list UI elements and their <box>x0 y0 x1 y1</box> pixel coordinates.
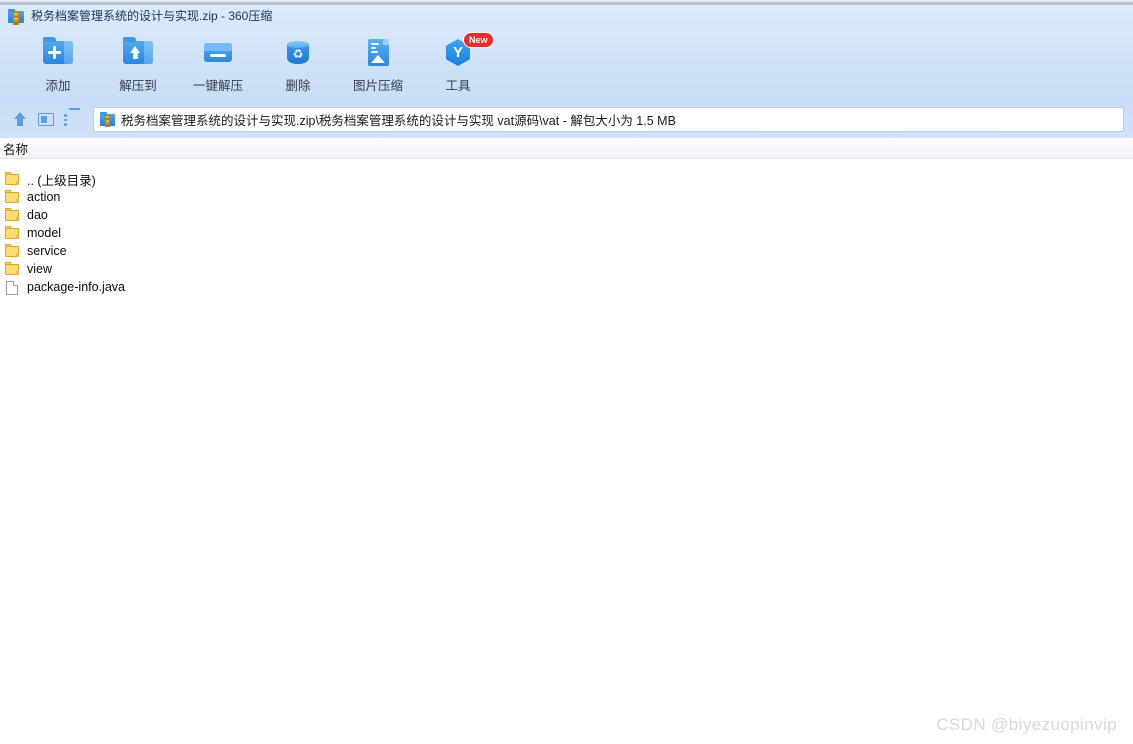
file-name: package-info.java <box>27 280 125 294</box>
title-bar: 税务档案管理系统的设计与实现.zip - 360压缩 <box>0 5 1133 28</box>
list-item[interactable]: service <box>0 242 1133 260</box>
list-item[interactable]: action <box>0 188 1133 206</box>
list-item[interactable]: package-info.java <box>0 278 1133 296</box>
recycle-bin-icon: ♻ <box>281 35 315 69</box>
extract-to-button-label: 解压到 <box>119 79 157 93</box>
zip-folder-icon <box>8 8 24 25</box>
extract-to-button[interactable]: 解压到 <box>98 28 178 96</box>
delete-button[interactable]: ♻ 删除 <box>258 28 338 96</box>
file-name: dao <box>27 208 48 222</box>
folder-icon <box>5 261 21 277</box>
navigation-bar: 税务档案管理系统的设计与实现.zip\税务档案管理系统的设计与实现 vat源码\… <box>0 100 1133 138</box>
file-list: .. (上级目录) action dao model service view … <box>0 159 1133 744</box>
folder-icon <box>5 189 21 205</box>
app-window: 税务档案管理系统的设计与实现.zip - 360压缩 添加 解压到 一键解压 ♻… <box>0 0 1133 744</box>
address-input[interactable]: 税务档案管理系统的设计与实现.zip\税务档案管理系统的设计与实现 vat源码\… <box>121 110 676 129</box>
folder-icon <box>5 207 21 223</box>
file-name: .. (上级目录) <box>27 173 96 188</box>
one-click-extract-button-label: 一键解压 <box>192 79 243 93</box>
add-button[interactable]: 添加 <box>18 28 98 96</box>
folder-extract-to-icon <box>121 35 155 69</box>
tools-button-label: 工具 <box>445 79 471 93</box>
one-click-extract-icon <box>201 35 235 69</box>
folder-icon <box>5 171 21 187</box>
list-item[interactable]: model <box>0 224 1133 242</box>
list-item[interactable]: dao <box>0 206 1133 224</box>
watermark: CSDN @biyezuopinvip <box>936 715 1117 734</box>
zip-folder-icon <box>100 111 115 127</box>
column-header-name[interactable]: 名称 <box>0 139 28 158</box>
file-name: action <box>27 190 61 204</box>
file-name: service <box>27 244 67 258</box>
file-icon <box>5 280 21 295</box>
up-arrow-icon[interactable] <box>9 108 31 130</box>
tools-button[interactable]: Y New 工具 <box>418 28 498 96</box>
image-compress-button[interactable]: 图片压缩 <box>338 28 418 96</box>
new-badge: New <box>463 32 494 48</box>
image-compress-icon <box>361 35 395 69</box>
add-button-label: 添加 <box>45 79 71 93</box>
list-item[interactable]: .. (上级目录) <box>0 170 1133 188</box>
tools-hex-icon: Y New <box>441 32 494 69</box>
folder-add-icon <box>41 35 75 69</box>
file-name: model <box>27 226 62 240</box>
address-bar[interactable]: 税务档案管理系统的设计与实现.zip\税务档案管理系统的设计与实现 vat源码\… <box>93 106 1124 132</box>
list-item[interactable]: view <box>0 260 1133 278</box>
preview-panel-icon[interactable] <box>35 108 57 130</box>
column-header-row: 名称 <box>0 138 1133 159</box>
delete-button-label: 删除 <box>285 79 311 93</box>
folder-icon <box>5 225 21 241</box>
image-compress-button-label: 图片压缩 <box>352 79 403 93</box>
toolbar: 添加 解压到 一键解压 ♻ 删除 图片压缩 Y New 工具 <box>0 28 1133 100</box>
window-title: 税务档案管理系统的设计与实现.zip - 360压缩 <box>31 9 273 23</box>
one-click-extract-button[interactable]: 一键解压 <box>178 28 258 96</box>
list-view-icon[interactable] <box>61 108 83 130</box>
folder-icon <box>5 243 21 259</box>
file-name: view <box>27 262 53 276</box>
